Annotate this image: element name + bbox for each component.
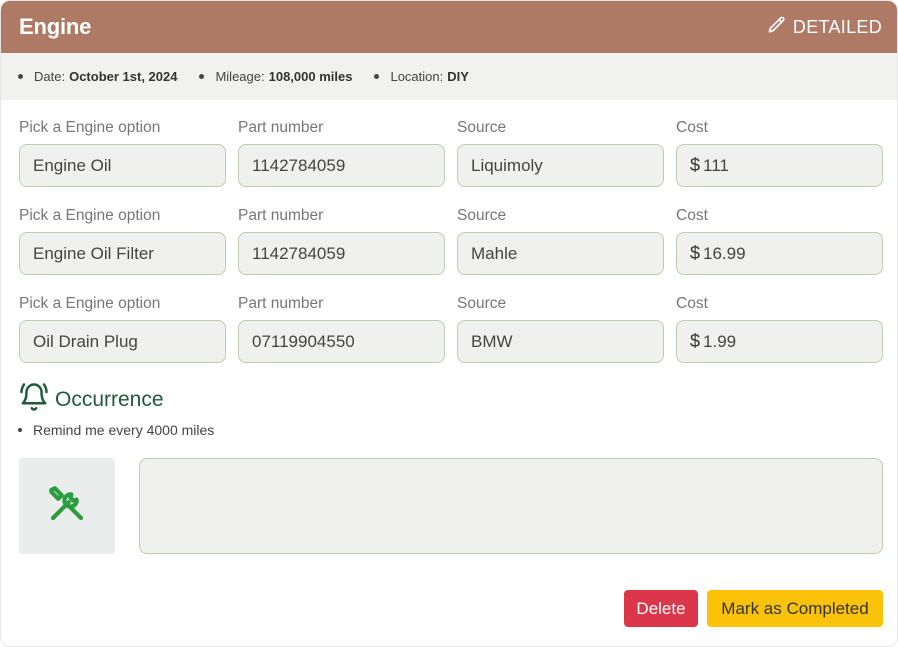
service-card: Engine DETAILED Date: October 1st, 2024 … — [0, 0, 898, 647]
source-field: Source Liquimoly — [457, 118, 664, 187]
part-number-label: Part number — [238, 119, 324, 136]
location-label: Location: — [390, 69, 444, 84]
part-number-field: Part number 07119904550 — [238, 294, 445, 363]
part-number-value: 1142784059 — [252, 243, 346, 263]
delete-button[interactable]: Delete — [624, 590, 698, 627]
cost-label: Cost — [676, 207, 708, 224]
source-label: Source — [457, 119, 507, 136]
part-number-field: Part number 1142784059 — [238, 206, 445, 275]
option-value: Oil Drain Plug — [33, 331, 138, 351]
option-label: Pick a Engine option — [19, 295, 161, 312]
option-value: Engine Oil Filter — [33, 243, 154, 263]
part-number-input[interactable]: 1142784059 — [238, 232, 445, 275]
option-field: Pick a Engine option Engine Oil — [19, 118, 226, 187]
date-value: October 1st, 2024 — [69, 69, 178, 84]
detailed-toggle[interactable]: DETAILED — [767, 15, 882, 40]
cost-value: 16.99 — [703, 243, 746, 263]
option-field: Pick a Engine option Oil Drain Plug — [19, 294, 226, 363]
cost-label: Cost — [676, 295, 708, 312]
source-value: Mahle — [471, 243, 518, 263]
part-number-input[interactable]: 1142784059 — [238, 144, 445, 187]
pencil-icon — [767, 15, 787, 40]
option-select[interactable]: Engine Oil Filter — [19, 232, 226, 275]
currency-symbol: $ — [690, 243, 701, 263]
service-meta: Date: October 1st, 2024 Mileage: 108,000… — [1, 53, 897, 100]
option-select[interactable]: Oil Drain Plug — [19, 320, 226, 363]
occurrence-heading: Occurrence — [19, 382, 164, 418]
cost-input[interactable]: $1.99 — [676, 320, 883, 363]
meta-location: Location: DIY — [374, 69, 469, 84]
cost-field: Cost $111 — [676, 118, 883, 187]
option-label: Pick a Engine option — [19, 119, 161, 136]
meta-mileage: Mileage: 108,000 miles — [199, 69, 352, 84]
card-header: Engine DETAILED — [1, 1, 897, 53]
bullet — [18, 428, 22, 432]
part-number-value: 07119904550 — [252, 331, 355, 351]
location-value: DIY — [447, 69, 469, 84]
cost-value: 111 — [703, 155, 729, 175]
source-input[interactable]: Liquimoly — [457, 144, 664, 187]
meta-date: Date: October 1st, 2024 — [18, 69, 177, 84]
source-label: Source — [457, 207, 507, 224]
bell-ring-icon — [19, 382, 49, 418]
cost-field: Cost $16.99 — [676, 206, 883, 275]
cost-input[interactable]: $111 — [676, 144, 883, 187]
currency-symbol: $ — [690, 331, 701, 351]
bullet — [374, 74, 380, 79]
mark-completed-button[interactable]: Mark as Completed — [707, 590, 883, 627]
occurrence-title: Occurrence — [55, 388, 164, 411]
part-number-label: Part number — [238, 295, 324, 312]
bullet — [18, 74, 23, 79]
mileage-value: 108,000 miles — [268, 69, 353, 84]
option-label: Pick a Engine option — [19, 207, 161, 224]
option-value: Engine Oil — [33, 155, 112, 175]
source-label: Source — [457, 295, 507, 312]
source-input[interactable]: Mahle — [457, 232, 664, 275]
option-field: Pick a Engine option Engine Oil Filter — [19, 206, 226, 275]
source-input[interactable]: BMW — [457, 320, 664, 363]
part-number-field: Part number 1142784059 — [238, 118, 445, 187]
cost-field: Cost $1.99 — [676, 294, 883, 363]
notes-textarea[interactable] — [139, 458, 883, 554]
source-value: BMW — [471, 331, 513, 351]
source-value: Liquimoly — [471, 155, 543, 175]
part-number-label: Part number — [238, 207, 324, 224]
cost-input[interactable]: $16.99 — [676, 232, 883, 275]
tool-thumbnail — [19, 458, 115, 554]
bullet — [199, 74, 205, 79]
wrench-screwdriver-icon — [46, 483, 88, 530]
date-label: Date: — [34, 69, 66, 84]
detailed-label: DETAILED — [792, 16, 882, 37]
part-number-input[interactable]: 07119904550 — [238, 320, 445, 363]
cost-label: Cost — [676, 119, 708, 136]
occurrence-reminder: Remind me every 4000 miles — [18, 422, 214, 438]
mileage-label: Mileage: — [215, 69, 265, 84]
part-number-value: 1142784059 — [252, 155, 346, 175]
currency-symbol: $ — [690, 155, 701, 175]
source-field: Source Mahle — [457, 206, 664, 275]
reminder-text: Remind me every 4000 miles — [33, 422, 215, 438]
cost-value: 1.99 — [703, 331, 737, 351]
card-title: Engine — [19, 14, 92, 39]
option-select[interactable]: Engine Oil — [19, 144, 226, 187]
source-field: Source BMW — [457, 294, 664, 363]
